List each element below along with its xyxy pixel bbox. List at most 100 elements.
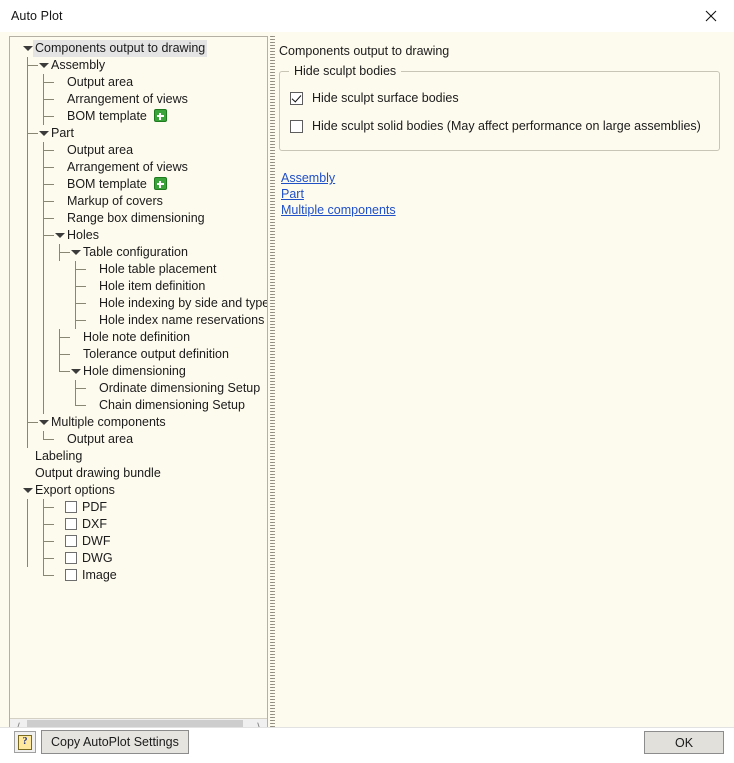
tree-item[interactable]: Table configuration [10,244,267,261]
tree-item-label: Output area [67,75,134,89]
link-assembly[interactable]: Assembly [281,170,335,186]
tree-connector-line [60,337,70,338]
tree-item-checkbox[interactable] [65,552,77,564]
tree-item[interactable]: DWG [10,550,267,567]
tree-item[interactable]: Range box dimensioning [10,210,267,227]
tree-item-label: Range box dimensioning [67,211,205,225]
panel-splitter[interactable] [270,36,275,736]
tree-item-content: BOM template [65,176,167,193]
tree-item[interactable]: Hole indexing by side and type [10,295,267,312]
tree-connector-line [27,550,28,567]
tree-connector-line [44,524,54,525]
tree-item-checkbox[interactable] [65,501,77,513]
tree-item-content: Output area [65,74,135,91]
tree-item[interactable]: Output area [10,74,267,91]
tree-item-content: Arrangement of views [65,91,190,108]
tree-item-label: Image [82,568,117,582]
close-button[interactable] [688,0,734,32]
tree-item[interactable]: Arrangement of views [10,91,267,108]
tree-expander-icon[interactable] [70,244,81,261]
tree-connector-line [76,320,86,321]
tree-item[interactable]: Hole item definition [10,278,267,295]
tree-item[interactable]: Labeling [10,448,267,465]
hide-sculpt-surface-bodies-checkbox[interactable] [290,91,303,105]
tree-item[interactable]: Hole table placement [10,261,267,278]
tree-item[interactable]: Markup of covers [10,193,267,210]
tree-item[interactable]: Hole index name reservations [10,312,267,329]
tree-item[interactable]: Hole dimensioning [10,363,267,380]
tree-connector-line [43,397,44,414]
tree-item[interactable]: Hole note definition [10,329,267,346]
plus-badge-icon[interactable] [153,109,167,123]
tree-item-content: Multiple components [49,414,168,431]
tree-item-label: Output drawing bundle [35,466,161,480]
tree-item[interactable]: Image [10,567,267,584]
tree-connector-line [27,499,28,516]
tree-list: Components output to drawing Assembly Outp… [10,37,267,584]
tree-item[interactable]: Tolerance output definition [10,346,267,363]
link-part[interactable]: Part [281,186,304,202]
tree-connector-line [27,159,28,176]
tree-connector-line [44,235,54,236]
hide-sculpt-solid-bodies-checkbox[interactable] [290,119,303,133]
tree-connector-line [27,244,28,261]
tree-item-label: DXF [82,517,107,531]
tree-item-label: Assembly [51,58,106,72]
tree-item[interactable]: Output drawing bundle [10,465,267,482]
tree-connector-line [27,516,28,533]
tree-item-checkbox[interactable] [65,518,77,530]
ok-button[interactable]: OK [644,731,724,754]
tree-item[interactable]: Part [10,125,267,142]
tree-item[interactable]: Export options [10,482,267,499]
tree-connector-line [60,252,70,253]
tree-connector-line [44,201,54,202]
checkbox-row-solid-bodies[interactable]: Hide sculpt solid bodies (May affect per… [290,115,709,137]
tree-connector-line [43,380,44,397]
tree-item[interactable]: Assembly [10,57,267,74]
copy-autoplot-settings-button[interactable]: Copy AutoPlot Settings [41,730,189,754]
tree-item[interactable]: Holes [10,227,267,244]
tree-connector-line [27,329,28,346]
tree-item-content: DXF [65,516,109,533]
tree-item[interactable]: Chain dimensioning Setup [10,397,267,414]
hide-sculpt-surface-bodies-label[interactable]: Hide sculpt surface bodies [312,91,459,105]
help-button[interactable]: ? [14,731,36,753]
tree-connector-line [27,346,28,363]
tree-expander-icon[interactable] [22,40,33,57]
tree-item-checkbox[interactable] [65,569,77,581]
checkbox-row-surface-bodies[interactable]: Hide sculpt surface bodies [290,87,709,109]
tree-connector-line [27,74,28,91]
tree-item-content: Export options [33,482,117,499]
tree-item[interactable]: Ordinate dimensioning Setup [10,380,267,397]
link-multiple-components[interactable]: Multiple components [281,202,396,218]
tree-item[interactable]: BOM template [10,176,267,193]
tree-expander-icon[interactable] [22,482,33,499]
tree-expander-icon[interactable] [70,363,81,380]
plus-badge-icon[interactable] [153,177,167,191]
tree-item[interactable]: BOM template [10,108,267,125]
tree-item[interactable]: Components output to drawing [10,40,267,57]
tree-connector-line [27,397,28,414]
tree-connector-line [44,99,54,100]
tree-item[interactable]: PDF [10,499,267,516]
tree-expander-icon[interactable] [38,125,49,142]
tree-connector-line [27,210,28,227]
hide-sculpt-solid-bodies-label[interactable]: Hide sculpt solid bodies (May affect per… [312,119,701,133]
window-title: Auto Plot [11,9,63,23]
tree-item[interactable]: DWF [10,533,267,550]
tree-item-label: PDF [82,500,107,514]
tree-item[interactable]: Arrangement of views [10,159,267,176]
tree-item-content: Arrangement of views [65,159,190,176]
tree-connector-line [43,363,44,380]
tree-item[interactable]: Multiple components [10,414,267,431]
tree-item-checkbox[interactable] [65,535,77,547]
tree-item[interactable]: Output area [10,142,267,159]
tree-item-content: Markup of covers [65,193,165,210]
tree-connector-line [44,558,54,559]
tree-expander-icon[interactable] [54,227,65,244]
tree-item[interactable]: DXF [10,516,267,533]
tree-connector-line [60,371,70,372]
tree-item[interactable]: Output area [10,431,267,448]
tree-expander-icon[interactable] [38,414,49,431]
tree-expander-icon[interactable] [38,57,49,74]
